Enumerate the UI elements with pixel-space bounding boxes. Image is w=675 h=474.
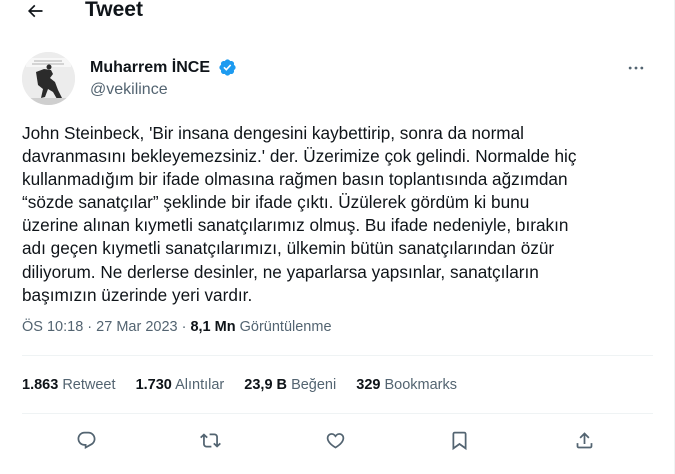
bookmarks-count: 329	[356, 377, 381, 393]
quotes-count: 1.730	[135, 377, 172, 393]
likes-label: Beğeni	[291, 377, 337, 393]
tweet-author: Muharrem İNCE @vekilince	[22, 52, 662, 106]
tweet-text-line: üzerine alınan kıymetli sanatçılarımız o…	[22, 215, 569, 236]
likes-count: 23,9 B	[244, 377, 288, 393]
tweet-meta: ÖS 10:18 · 27 Mar 2023 · 8,1 Mn Görüntül…	[22, 317, 332, 337]
bookmark-icon[interactable]	[446, 427, 472, 453]
tweet-text-line: davranmasını bekleyemezsiniz.' der. Üzer…	[22, 146, 577, 167]
like-icon[interactable]	[322, 427, 348, 453]
author-handle[interactable]: @vekilince	[90, 80, 168, 100]
tweet-time[interactable]: ÖS 10:18	[22, 319, 83, 335]
tweet-date[interactable]: 27 Mar 2023	[96, 319, 177, 335]
back-arrow-icon[interactable]	[22, 0, 48, 24]
likes-stat[interactable]: 23,9 B Beğeni	[244, 375, 336, 395]
author-name[interactable]: Muharrem İNCE	[90, 58, 210, 78]
tweet-text-line: “sözde sanatçılar” şeklinde bir ifade çı…	[22, 192, 530, 213]
verified-badge-icon	[218, 58, 237, 77]
divider	[22, 355, 653, 356]
tweet-text-line: diliyorum. Ne derlerse desinler, ne yapa…	[22, 261, 539, 282]
share-icon[interactable]	[571, 427, 597, 453]
tweet-text-line: John Steinbeck, 'Bir insana dengesini ka…	[22, 123, 525, 143]
quotes-stat[interactable]: 1.730 Alıntılar	[136, 375, 225, 395]
retweet-label: Retweet	[62, 377, 116, 393]
retweet-count: 1.863	[22, 377, 59, 393]
top-bar: Tweet	[0, 0, 675, 24]
retweet-stat[interactable]: 1.863 Retweet	[22, 375, 116, 395]
divider	[22, 413, 653, 414]
tweet-text-line: adı geçen kıymetli sanatçılarımızı, ülke…	[22, 238, 555, 259]
tweet-text-line: kullanmadığım bir ifade olmasına rağmen …	[22, 169, 568, 190]
meta-separator: ·	[177, 319, 191, 335]
avatar[interactable]	[22, 52, 75, 105]
tweet-stats: 1.863 Retweet 1.730 Alıntılar 23,9 B Beğ…	[22, 375, 473, 395]
tweet-actions	[0, 427, 675, 453]
bookmarks-stat[interactable]: 329 Bookmarks	[356, 375, 457, 395]
bookmarks-label: Bookmarks	[384, 377, 458, 393]
more-options-icon[interactable]	[624, 56, 648, 80]
retweet-icon[interactable]	[197, 427, 223, 453]
quotes-label: Alıntılar	[175, 377, 225, 393]
views-label: Görüntülenme	[239, 319, 332, 335]
page-title: Tweet	[85, 0, 143, 21]
tweet-text-line: başımızın üzerinde yeri vardır.	[22, 284, 253, 305]
tweet-text: John Steinbeck, 'Bir insana dengesini ka…	[22, 122, 642, 307]
views-count: 8,1 Mn	[190, 319, 236, 335]
meta-separator: ·	[83, 319, 97, 335]
reply-icon[interactable]	[73, 427, 99, 453]
